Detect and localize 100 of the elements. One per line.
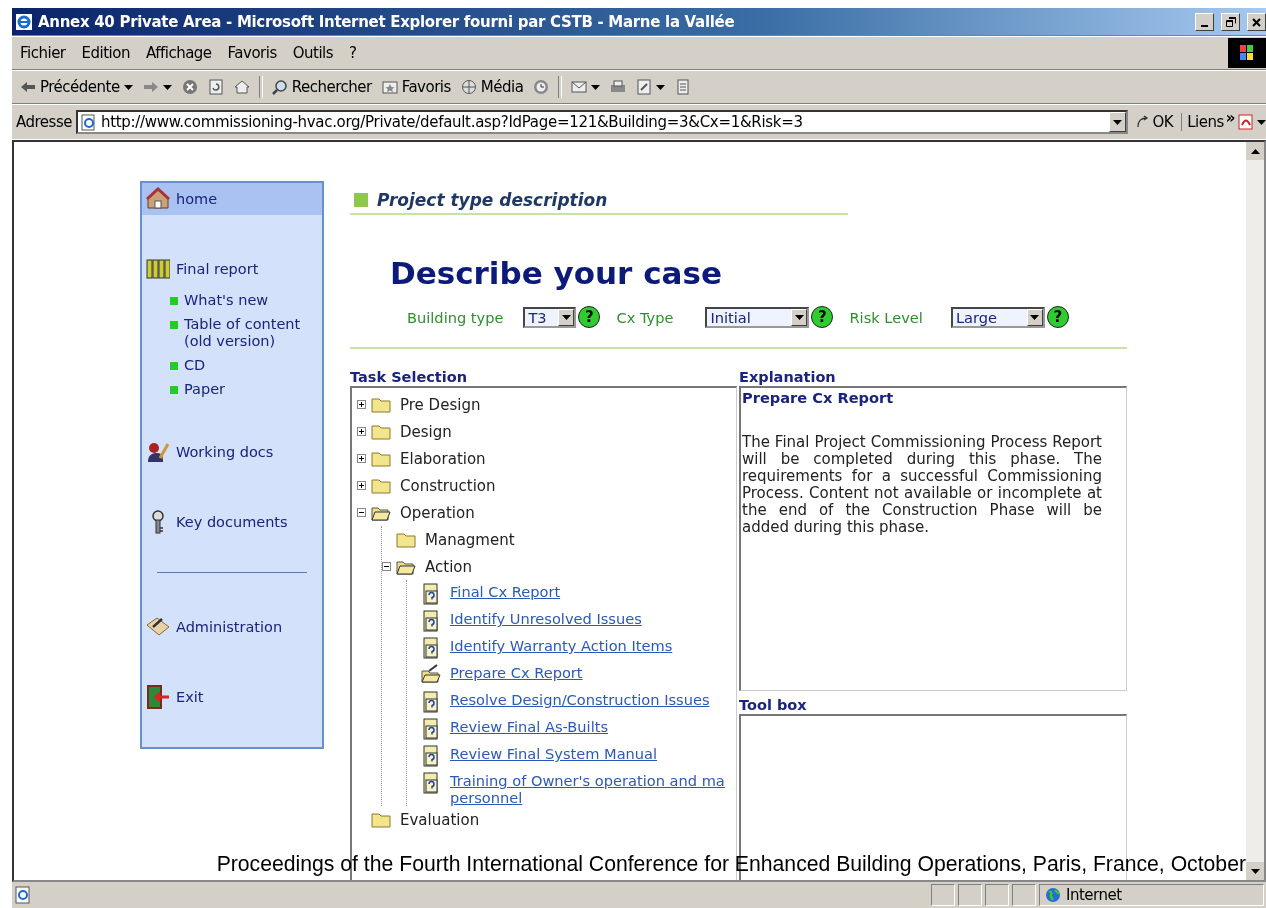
- help-button[interactable]: ?: [578, 306, 601, 328]
- back-arrow-icon: [20, 79, 36, 95]
- nav-link[interactable]: Exit: [142, 681, 322, 713]
- task-link[interactable]: Training of Owner's operation and ma personnel: [450, 772, 725, 806]
- tree-item[interactable]: Managment: [425, 530, 515, 549]
- stop-icon: [181, 79, 198, 95]
- menu-item[interactable]: Fichier: [12, 44, 74, 62]
- menu-item[interactable]: ?: [341, 44, 365, 62]
- nav-link[interactable]: Final report: [142, 253, 322, 285]
- caret-icon: [1030, 314, 1040, 320]
- down-arrow-icon: [1250, 868, 1260, 874]
- folder-icon: [371, 396, 391, 413]
- panel-title: Task Selection: [350, 368, 467, 386]
- folder-icon: [371, 450, 391, 467]
- pencil-icon: [636, 79, 653, 95]
- menu-item[interactable]: Edition: [73, 44, 138, 62]
- window-title: Annex 40 Private Area - Microsoft Internet Explorer fourni par CSTB - Marne la Vallée: [38, 13, 736, 31]
- bullet-icon: [170, 297, 178, 305]
- explanation-text: The Final Project Commissioning Process Report will be completed during this phase. The requirements for a successful Commissioning Process. Content not available or incomplete at the end of the Construction Phase will be added during this phase.: [742, 434, 1102, 536]
- collapse-icon[interactable]: [357, 508, 366, 517]
- browser-logo-icon: [15, 13, 33, 31]
- panel-title: Tool box: [739, 696, 807, 714]
- nav-link[interactable]: Key documents: [142, 506, 322, 538]
- expand-icon[interactable]: [357, 454, 366, 463]
- page-heading: Describe your case: [390, 254, 723, 293]
- dropdown[interactable]: Initial: [705, 306, 810, 328]
- envelope-icon: [571, 79, 588, 95]
- tree-item[interactable]: Construction: [400, 476, 496, 495]
- dropdown[interactable]: T3: [523, 306, 577, 328]
- menu-item[interactable]: Outils: [284, 44, 342, 62]
- house-icon: [146, 187, 170, 211]
- menu-item[interactable]: Favoris: [219, 44, 285, 62]
- page-icon: [79, 113, 97, 131]
- close-icon: [1252, 17, 1261, 27]
- caret-icon: [1257, 119, 1266, 125]
- tree-item[interactable]: Pre Design: [400, 395, 481, 414]
- nav-link[interactable]: Table of content (old version): [142, 316, 322, 350]
- nav-link[interactable]: Paper: [142, 381, 322, 398]
- task-link[interactable]: Final Cx Report: [450, 583, 561, 600]
- section-title: Project type description: [377, 190, 608, 210]
- tree-item[interactable]: Design: [400, 422, 452, 441]
- toolbar-button[interactable]: Rechercher: [267, 76, 376, 98]
- folder-icon: [371, 811, 391, 828]
- address-label: Adresse: [16, 113, 72, 131]
- caret-icon: [794, 314, 804, 320]
- tree-item[interactable]: Elaboration: [400, 449, 486, 468]
- help-button[interactable]: ?: [1046, 306, 1069, 328]
- explanation-title: Prepare Cx Report: [742, 389, 894, 406]
- status-panel: [931, 884, 955, 906]
- expand-icon[interactable]: [357, 400, 366, 409]
- go-button[interactable]: OK: [1131, 113, 1178, 131]
- document-icon[interactable]: [1237, 113, 1255, 131]
- help-button[interactable]: ?: [811, 306, 834, 328]
- scrollbar[interactable]: [1246, 142, 1264, 880]
- collapse-icon[interactable]: [382, 562, 391, 571]
- nav-link[interactable]: Working docs: [142, 436, 322, 468]
- binders-icon: [146, 257, 170, 281]
- bullet-icon: [170, 321, 178, 329]
- status-panel: [985, 884, 1009, 906]
- search-icon: [271, 79, 288, 95]
- close-button[interactable]: [1247, 13, 1266, 31]
- tree-item[interactable]: Action: [425, 557, 472, 576]
- folder-icon: [371, 423, 391, 440]
- expand-icon[interactable]: [357, 427, 366, 436]
- refresh-icon: [207, 79, 224, 95]
- forward-arrow-icon: [142, 79, 159, 95]
- clock-icon: [533, 79, 550, 95]
- toolbar-button[interactable]: Précédente: [16, 76, 137, 98]
- nav-link[interactable]: Administration: [142, 611, 322, 643]
- menu-item[interactable]: Affichage: [137, 44, 220, 62]
- globe-icon: [1045, 887, 1061, 903]
- restore-button[interactable]: [1221, 13, 1240, 31]
- task-link[interactable]: Identify Warranty Action Items: [450, 637, 673, 654]
- up-arrow-icon: [1250, 148, 1260, 154]
- nav-link[interactable]: home: [142, 183, 322, 215]
- toolbar-button[interactable]: Média: [456, 76, 528, 98]
- task-link[interactable]: Review Final System Manual: [450, 745, 658, 762]
- tree-item[interactable]: Operation: [400, 503, 475, 522]
- toolbar-button[interactable]: Favoris: [377, 76, 455, 98]
- task-link[interactable]: Resolve Design/Construction Issues: [450, 691, 710, 708]
- selector-label: Risk Level: [849, 308, 923, 326]
- document-icon: [675, 79, 692, 95]
- home-icon: [233, 79, 250, 95]
- links-label[interactable]: Liens: [1187, 113, 1224, 131]
- dropdown[interactable]: Large: [950, 306, 1045, 328]
- nav-link[interactable]: CD: [142, 357, 322, 374]
- task-link[interactable]: Prepare Cx Report: [450, 664, 583, 681]
- more-links[interactable]: »: [1225, 109, 1235, 127]
- task-link[interactable]: Identify Unresolved Issues: [450, 610, 642, 627]
- task-link[interactable]: Review Final As-Builts: [450, 718, 608, 735]
- minimize-button[interactable]: [1195, 13, 1214, 31]
- tree-item[interactable]: Evaluation: [400, 810, 480, 829]
- page-icon: [14, 886, 32, 904]
- address-field[interactable]: http://www.commissioning-hvac.org/Private/default.asp?IdPage=121&Building=3&Cx=1&Risk=3: [75, 110, 1128, 134]
- folder-icon: [396, 531, 416, 548]
- nav-link[interactable]: What's new: [142, 292, 322, 309]
- globe-icon: [460, 79, 477, 95]
- panel-title: Explanation: [739, 368, 836, 386]
- expand-icon[interactable]: [357, 481, 366, 490]
- open-folder-icon: [396, 558, 416, 575]
